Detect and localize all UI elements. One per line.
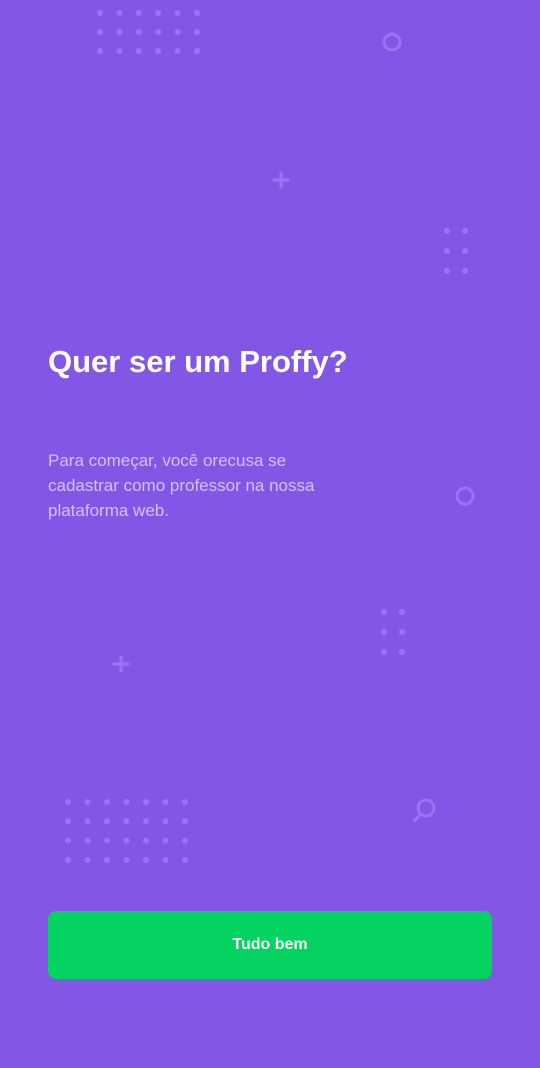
decoration-dot — [104, 837, 110, 844]
decoration-dot — [399, 649, 405, 655]
decoration-dot — [104, 818, 110, 825]
background-decoration — [65, 10, 475, 863]
decoration-dot — [194, 29, 200, 35]
decoration-dot — [104, 856, 110, 863]
dot-grid-right-middle — [381, 609, 405, 655]
decoration-dot — [123, 856, 130, 863]
decoration-dot — [135, 48, 142, 54]
decoration-dot — [194, 48, 200, 54]
decoration-dot — [162, 799, 169, 805]
decoration-dot — [399, 609, 405, 615]
plus-sign-bottom — [112, 655, 130, 673]
decoration-dot — [116, 29, 123, 35]
plus-sign-top — [272, 171, 290, 189]
decoration-dot — [174, 29, 181, 35]
decoration-dot — [123, 799, 130, 805]
decoration-dot — [143, 818, 149, 825]
decoration-dot — [123, 837, 130, 844]
circle-outline-middle — [455, 486, 475, 506]
dot-grid-bottom-left — [65, 799, 188, 863]
decoration-dot — [399, 629, 405, 635]
decoration-dot — [155, 10, 162, 16]
decoration-dot — [174, 10, 181, 16]
page-description: Para começar, você orecusa se cadastrar … — [48, 451, 315, 520]
decoration-dot — [162, 818, 169, 825]
decoration-dot — [65, 837, 71, 844]
decoration-dot — [444, 248, 450, 254]
decoration-dot — [162, 837, 169, 844]
decoration-dot — [462, 268, 468, 274]
dot-grid-top-left — [97, 10, 200, 54]
decoration-dot — [182, 818, 188, 825]
decoration-dot — [182, 856, 188, 863]
decoration-dot — [182, 799, 188, 805]
decoration-dot — [116, 48, 123, 54]
page-title: Quer ser um Proffy? — [48, 344, 348, 379]
decoration-dot — [65, 799, 71, 805]
decoration-dot — [97, 48, 103, 54]
decoration-dot — [104, 799, 110, 805]
decoration-dot — [143, 799, 149, 805]
decoration-dot — [84, 799, 91, 805]
decoration-dot — [97, 10, 103, 16]
search-icon — [412, 798, 436, 823]
decoration-dot — [155, 48, 162, 54]
decoration-dot — [97, 29, 103, 35]
decoration-dot — [143, 837, 149, 844]
decoration-dot — [84, 856, 91, 863]
decoration-dot — [444, 268, 450, 274]
decoration-dot — [84, 837, 91, 844]
decoration-dot — [174, 48, 181, 54]
decoration-dot — [155, 29, 162, 35]
circle-outline-top — [382, 32, 402, 52]
decoration-dot — [381, 649, 387, 655]
decoration-dot — [65, 818, 71, 825]
decoration-dot — [194, 10, 200, 16]
decoration-dot — [182, 837, 188, 844]
decoration-dot — [116, 10, 123, 16]
decoration-dot — [84, 818, 91, 825]
dot-grid-right-upper — [444, 228, 468, 274]
decoration-dot — [462, 228, 468, 234]
decoration-dot — [143, 856, 149, 863]
decoration-dot — [444, 228, 450, 234]
decoration-dot — [135, 29, 142, 35]
decoration-dot — [162, 856, 169, 863]
decoration-dot — [65, 856, 71, 863]
tudo-bem-button[interactable]: Tudo bem — [48, 911, 492, 979]
decoration-dot — [381, 609, 387, 615]
decoration-dot — [135, 10, 142, 16]
onboarding-screen: Quer ser um Proffy? Para começar, você o… — [0, 0, 540, 1068]
decoration-dot — [381, 629, 387, 635]
decoration-dot — [462, 248, 468, 254]
decoration-dot — [123, 818, 130, 825]
